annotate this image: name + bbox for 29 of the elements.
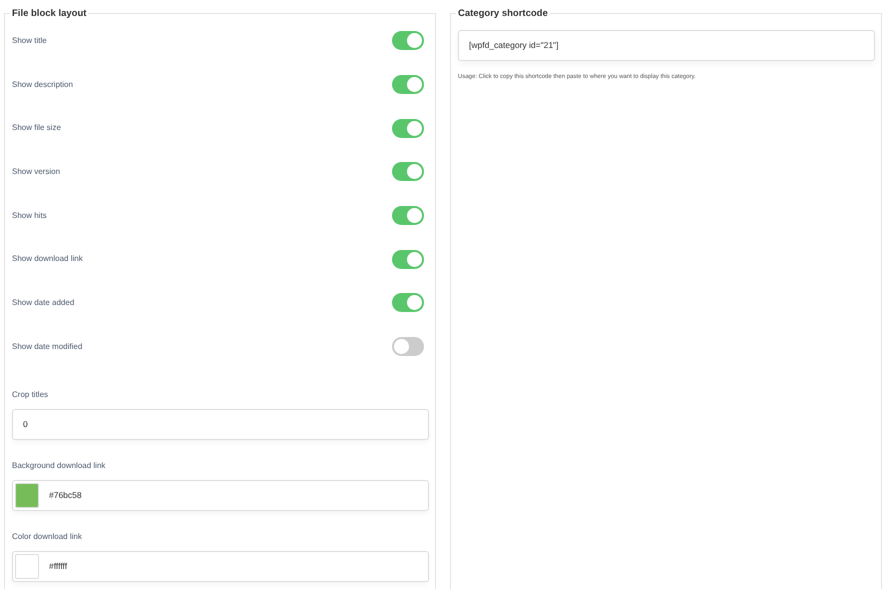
- field-label: Background download link: [12, 460, 106, 472]
- toggle-label: Show description: [12, 78, 73, 91]
- color-input-field[interactable]: #76bc58: [12, 480, 429, 510]
- toggle-switch[interactable]: [392, 337, 424, 356]
- toggle-switch[interactable]: [392, 250, 424, 269]
- field-label: Crop titles: [12, 388, 50, 400]
- color-value: #ffffff: [49, 560, 68, 572]
- panel-title: File block layout: [11, 7, 88, 20]
- toggle-switch[interactable]: [392, 293, 424, 312]
- toggle-label: Show date added: [12, 296, 74, 309]
- toggle-label: Show version: [12, 166, 60, 178]
- color-swatch[interactable]: [15, 482, 39, 508]
- toggle-label: Show file size: [12, 122, 61, 134]
- color-value: #76bc58: [49, 488, 82, 502]
- toggle-switch[interactable]: [392, 118, 424, 138]
- toggle-label: Show date modified: [12, 340, 82, 353]
- toggle-label: Show title: [12, 34, 47, 47]
- color-swatch[interactable]: [15, 554, 39, 578]
- toggle-switch[interactable]: [392, 206, 424, 226]
- field-label: Color download link: [12, 530, 83, 542]
- panel-title: Category shortcode: [457, 7, 549, 20]
- toggle-switch[interactable]: [392, 75, 424, 94]
- toggle-label: Show hits: [12, 210, 47, 222]
- text-input-field[interactable]: 0: [12, 408, 429, 440]
- color-input-field[interactable]: #ffffff: [12, 550, 429, 582]
- toggle-switch[interactable]: [392, 31, 424, 50]
- toggle-switch[interactable]: [392, 162, 424, 182]
- toggle-label: Show download link: [12, 253, 83, 266]
- shortcode-field[interactable]: [wpfd_category id="21"]: [458, 30, 875, 61]
